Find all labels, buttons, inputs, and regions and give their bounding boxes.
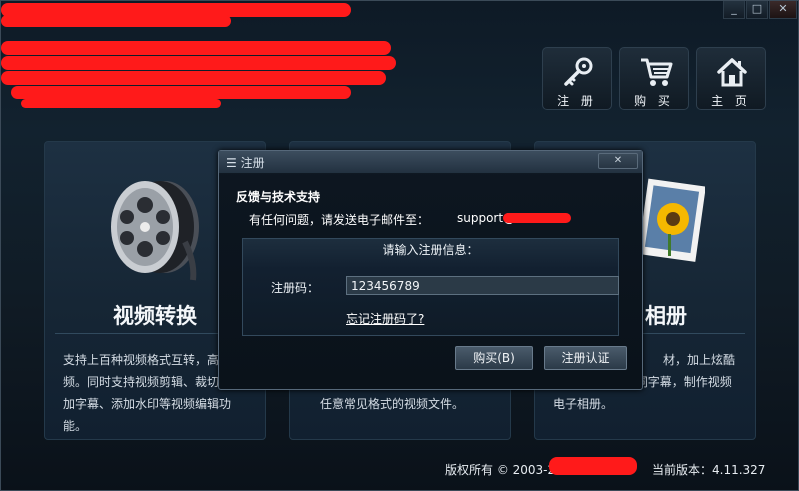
- buy-button[interactable]: 购 买: [619, 47, 689, 110]
- reg-code-label: 注册码：: [271, 281, 320, 295]
- registration-box: 请输入注册信息： 注册码： 忘记注册码了?: [242, 238, 619, 336]
- shopping-cart-icon: [641, 58, 673, 86]
- panel-description: 任意常见格式的视频文件。: [320, 397, 465, 411]
- forgot-code-link[interactable]: 忘记注册码了?: [346, 310, 424, 327]
- home-icon: [717, 58, 747, 87]
- buy-label: 购 买: [634, 94, 674, 108]
- app-window: _ □ ✕ 注 册 购 买 主 页 视频转换 支持上百种视频格式互转，高清视频。…: [0, 0, 799, 491]
- film-reel-icon: [111, 181, 199, 281]
- maximize-button[interactable]: □: [746, 1, 768, 19]
- home-label: 主 页: [711, 94, 751, 108]
- dialog-buy-button[interactable]: 购买(B): [455, 346, 533, 370]
- reg-code-input[interactable]: [346, 276, 619, 295]
- registration-prompt: 请输入注册信息：: [382, 243, 479, 257]
- redacted-copyright: [549, 457, 637, 475]
- register-label: 注 册: [557, 94, 597, 108]
- register-button[interactable]: 注 册: [542, 47, 612, 110]
- dialog-heading: 反馈与技术支持: [236, 190, 321, 204]
- key-icon: [564, 57, 593, 86]
- verify-registration-button[interactable]: 注册认证: [544, 346, 627, 370]
- register-dialog: ☰ 注册 ✕ 反馈与技术支持 有任何问题，请发送电子邮件至： support@ …: [218, 150, 643, 390]
- redacted-email: [503, 213, 571, 223]
- contact-text: 有任何问题，请发送电子邮件至：: [249, 213, 430, 227]
- version-text: 当前版本：4.11.327: [652, 463, 766, 477]
- panel-title: 相册: [645, 304, 687, 328]
- minimize-button[interactable]: _: [723, 1, 745, 19]
- home-button[interactable]: 主 页: [696, 47, 766, 110]
- sunflower-photo-icon: [637, 178, 705, 262]
- dialog-titlebar[interactable]: ☰ 注册 ✕: [219, 151, 642, 173]
- dialog-title: ☰ 注册: [226, 156, 265, 170]
- dialog-close-button[interactable]: ✕: [598, 153, 638, 169]
- close-button[interactable]: ✕: [769, 1, 797, 19]
- copyright-text: 版权所有 © 2003-20: [445, 463, 563, 477]
